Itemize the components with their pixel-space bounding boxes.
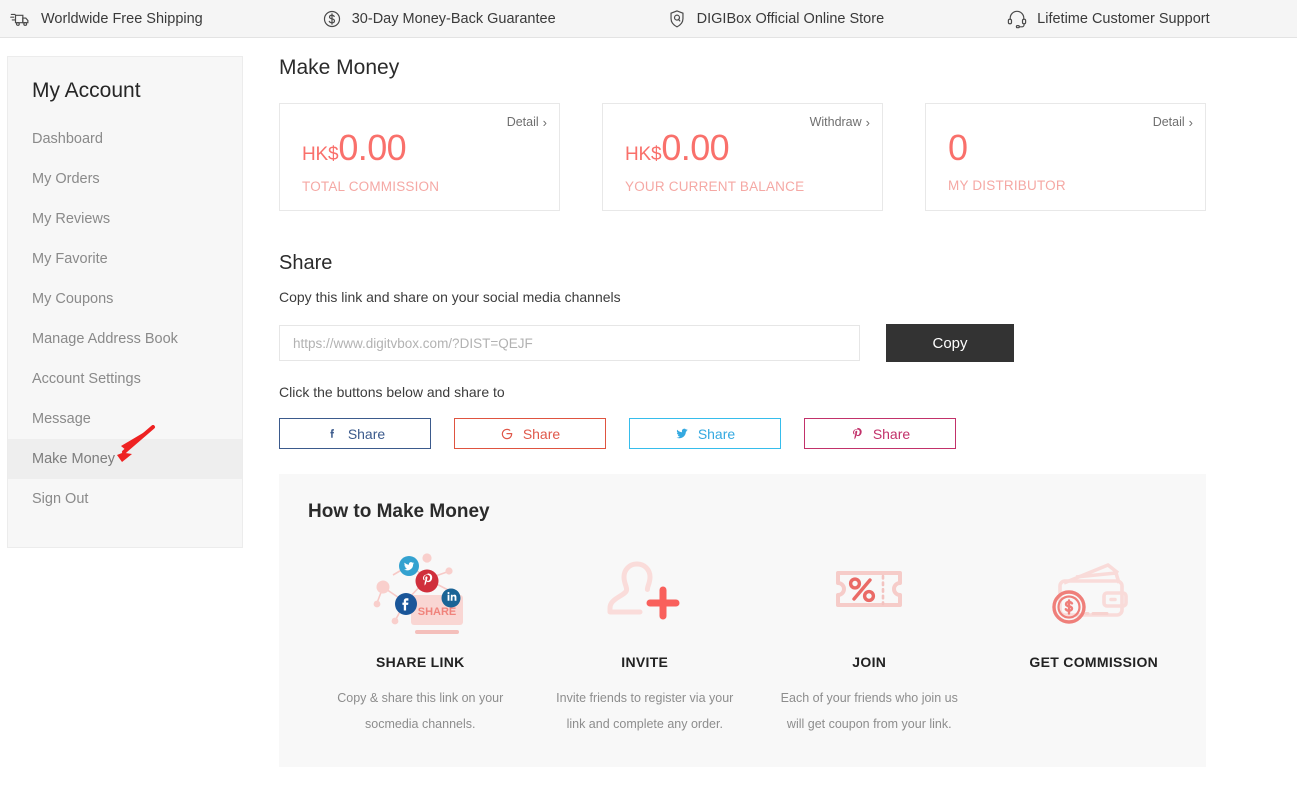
howto-step-art: SHARE [308,547,533,639]
topbar-item-official-store: DIGIBox Official Online Store [666,8,885,30]
howto-steps: SHARE SHARE LINK Copy [308,547,1206,737]
card-my-distributor: Detail › 0 MY DISTRIBUTOR [925,103,1206,211]
howto-step-art [533,547,758,639]
social-share-buttons: Share Share Share Share [279,418,1207,449]
topbar-label-guarantee: 30-Day Money-Back Guarantee [352,11,556,27]
card-label-commission: TOTAL COMMISSION [302,179,545,194]
card-total-commission: Detail › HK$ 0.00 TOTAL COMMISSION [279,103,560,211]
howto-step-desc: Invite friends to register via your link… [533,685,758,737]
facebook-icon [325,427,339,441]
share-button-google[interactable]: Share [454,418,606,449]
chevron-right-icon: › [1189,116,1193,129]
amount-value: 0.00 [338,131,406,165]
share-button-twitter[interactable]: Share [629,418,781,449]
currency-symbol: HK$ [302,144,338,166]
card-value-distributor: 0 [948,131,1191,165]
social-network-share-icon: SHARE [365,547,475,639]
pinterest-icon [850,427,864,441]
topbar-item-guarantee: 30-Day Money-Back Guarantee [321,8,556,30]
account-sidebar: My Account Dashboard My Orders My Review… [7,56,243,548]
coupon-percent-icon [830,563,908,623]
share-subtitle: Copy this link and share on your social … [279,289,1207,305]
share-link-row: Copy [279,324,1207,362]
howto-step-name: SHARE LINK [308,654,533,670]
sidebar-title: My Account [8,79,242,119]
share-button-facebook[interactable]: Share [279,418,431,449]
howto-step-share-link: SHARE SHARE LINK Copy [308,547,533,737]
headset-icon [1006,8,1028,30]
card-link-label: Detail [1153,115,1185,129]
howto-step-join: JOIN Each of your friends who join us wi… [757,547,982,737]
currency-symbol: HK$ [625,144,661,166]
sidebar-item-make-money[interactable]: Make Money [8,439,242,479]
topbar-label-shipping: Worldwide Free Shipping [41,11,203,27]
howto-step-desc: Each of your friends who join us will ge… [757,685,982,737]
topbar-item-support: Lifetime Customer Support [1006,8,1209,30]
card-detail-link-distributor[interactable]: Detail › [1153,115,1193,129]
card-value-balance: HK$ 0.00 [625,131,868,166]
sidebar-item-sign-out[interactable]: Sign Out [8,479,242,519]
card-value-commission: HK$ 0.00 [302,131,545,166]
howto-step-art [757,547,982,639]
page-body: My Account Dashboard My Orders My Review… [0,38,1297,767]
card-link-label: Withdraw [810,115,862,129]
sidebar-item-my-coupons[interactable]: My Coupons [8,279,242,319]
shield-check-icon [666,8,688,30]
chevron-right-icon: › [543,116,547,129]
amount-value: 0 [948,131,967,165]
share-button-label: Share [348,426,385,442]
share-click-text: Click the buttons below and share to [279,384,1207,400]
howto-panel: How to Make Money [279,474,1206,767]
add-person-icon [599,550,691,636]
card-withdraw-link-balance[interactable]: Withdraw › [810,115,870,129]
share-heading: Share [279,252,1207,275]
card-label-distributor: MY DISTRIBUTOR [948,178,1191,193]
howto-step-name: INVITE [533,654,758,670]
sidebar-item-my-reviews[interactable]: My Reviews [8,199,242,239]
svg-text:SHARE: SHARE [418,606,457,618]
sidebar-item-my-orders[interactable]: My Orders [8,159,242,199]
sidebar-item-message[interactable]: Message [8,399,242,439]
share-button-label: Share [523,426,560,442]
howto-step-name: GET COMMISSION [982,654,1207,670]
sidebar-item-my-favorite[interactable]: My Favorite [8,239,242,279]
card-link-label: Detail [507,115,539,129]
howto-step-get-commission: GET COMMISSION [982,547,1207,737]
howto-step-invite: INVITE Invite friends to register via yo… [533,547,758,737]
stat-cards: Detail › HK$ 0.00 TOTAL COMMISSION Withd… [279,103,1207,211]
main-content: Make Money Detail › HK$ 0.00 TOTAL COMMI… [279,56,1207,767]
topbar-label-official-store: DIGIBox Official Online Store [697,11,885,27]
dollar-circle-icon [321,8,343,30]
sidebar-item-manage-address-book[interactable]: Manage Address Book [8,319,242,359]
topbar-item-shipping: Worldwide Free Shipping [10,8,203,30]
share-button-label: Share [698,426,735,442]
howto-step-art [982,547,1207,639]
sidebar-item-account-settings[interactable]: Account Settings [8,359,242,399]
share-button-pinterest[interactable]: Share [804,418,956,449]
copy-button[interactable]: Copy [886,324,1014,362]
topbar-label-support: Lifetime Customer Support [1037,11,1209,27]
howto-heading: How to Make Money [308,501,1206,523]
howto-step-name: JOIN [757,654,982,670]
wallet-coin-icon [1046,555,1142,631]
sidebar-item-dashboard[interactable]: Dashboard [8,119,242,159]
twitter-icon [675,427,689,441]
share-button-label: Share [873,426,910,442]
card-current-balance: Withdraw › HK$ 0.00 YOUR CURRENT BALANCE [602,103,883,211]
amount-value: 0.00 [661,131,729,165]
card-label-balance: YOUR CURRENT BALANCE [625,179,868,194]
card-detail-link-commission[interactable]: Detail › [507,115,547,129]
promo-topbar: Worldwide Free Shipping 30-Day Money-Bac… [0,0,1297,38]
truck-icon [10,8,32,30]
page-title: Make Money [279,56,1207,80]
howto-step-desc: Copy & share this link on your socmedia … [308,685,533,737]
chevron-right-icon: › [866,116,870,129]
google-icon [500,427,514,441]
share-link-input[interactable] [279,325,860,361]
